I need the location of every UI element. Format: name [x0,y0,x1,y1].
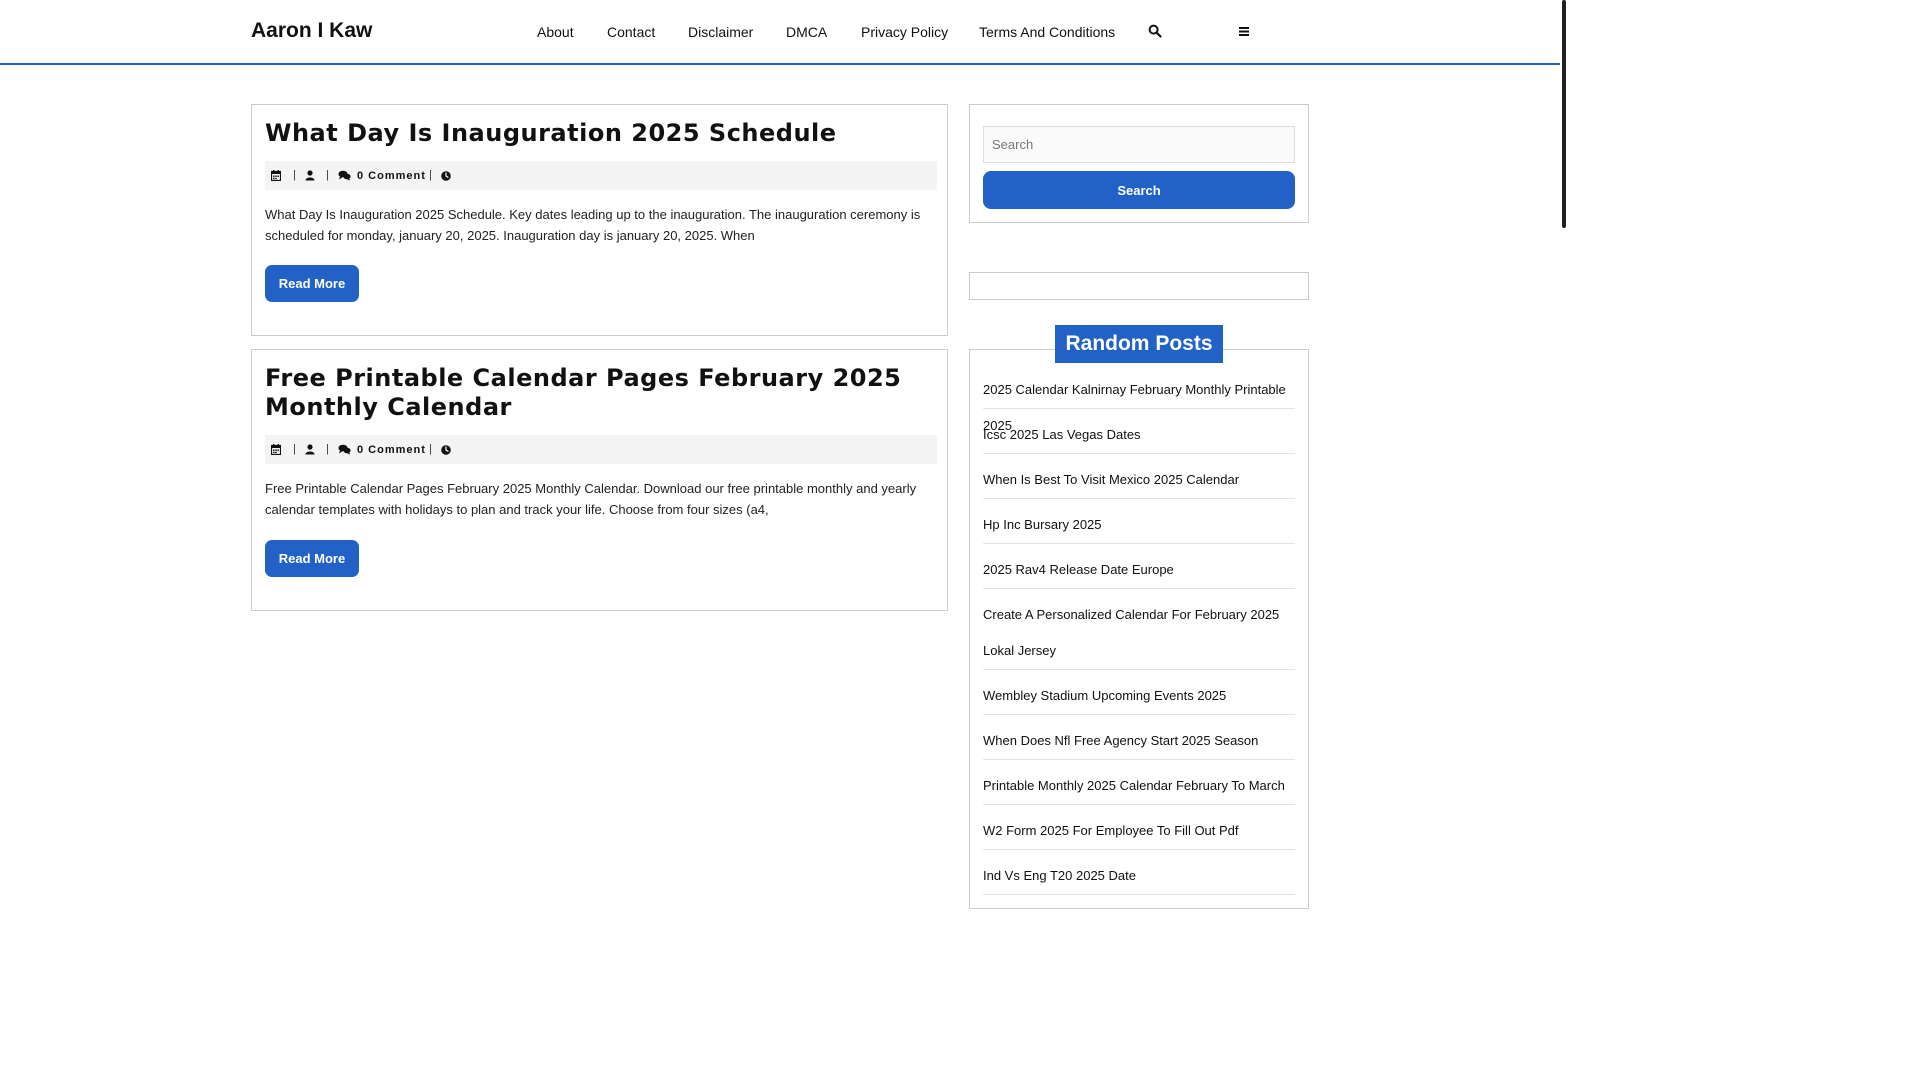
site-title[interactable]: Aaron I Kaw [251,19,372,43]
meta-separator: | [293,443,296,455]
random-post-link[interactable]: Hp Inc Bursary 2025 [983,507,1295,544]
search-button[interactable]: Search [983,171,1295,209]
scrollbar-thumb[interactable] [1562,0,1566,228]
clock-icon [441,169,451,182]
post-card: Free Printable Calendar Pages February 2… [251,349,948,611]
post-comment-count[interactable]: 0 Comment [357,443,426,456]
random-post-title[interactable]: Printable Monthly 2025 Calendar February… [983,768,1295,804]
clock-icon [441,443,451,456]
meta-separator: | [429,169,432,181]
read-more-button[interactable]: Read More [265,540,359,577]
menu-icon[interactable] [1238,24,1252,38]
random-post-link[interactable]: When Is Best To Visit Mexico 2025 Calend… [983,462,1295,499]
meta-separator: | [293,169,296,181]
comments-icon [338,169,351,182]
random-post-link[interactable]: Printable Monthly 2025 Calendar February… [983,768,1295,805]
post-meta: | | 0 Comment | [265,161,937,190]
nav-contact[interactable]: Contact [607,24,655,40]
random-post-link[interactable]: 2025 Calendar Kalnirnay February Monthly… [983,372,1295,433]
random-post-title[interactable]: Icsc 2025 Las Vegas Dates [983,417,1295,453]
random-post-title[interactable]: When Is Best To Visit Mexico 2025 Calend… [983,462,1295,498]
site-header: Aaron I Kaw About Contact Disclaimer DMC… [0,0,1560,65]
user-icon [305,169,315,182]
random-post-title[interactable]: Ind Vs Eng T20 2025 Date [983,858,1295,894]
random-post-link[interactable]: Wembley Stadium Upcoming Events 2025 [983,678,1295,715]
random-post-title[interactable]: Hp Inc Bursary 2025 [983,507,1295,543]
post-title[interactable]: Free Printable Calendar Pages February 2… [265,364,945,422]
random-post-link[interactable]: W2 Form 2025 For Employee To Fill Out Pd… [983,813,1295,850]
random-post-title[interactable]: Create A Personalized Calendar For Febru… [983,597,1295,669]
calendar-icon [271,169,281,182]
nav-dmca[interactable]: DMCA [786,24,827,40]
post-card: What Day Is Inauguration 2025 Schedule |… [251,104,948,336]
nav-about[interactable]: About [537,24,574,40]
nav-disclaimer[interactable]: Disclaimer [688,24,753,40]
random-post-title[interactable]: When Does Nfl Free Agency Start 2025 Sea… [983,723,1295,759]
random-post-title[interactable]: Wembley Stadium Upcoming Events 2025 [983,678,1295,714]
read-more-button[interactable]: Read More [265,265,359,302]
meta-separator: | [326,443,329,455]
calendar-icon [271,443,281,456]
random-post-link[interactable]: Ind Vs Eng T20 2025 Date [983,858,1295,895]
post-excerpt: Free Printable Calendar Pages February 2… [265,481,917,517]
meta-separator: | [326,169,329,181]
random-post-link[interactable]: When Does Nfl Free Agency Start 2025 Sea… [983,723,1295,760]
page-scrollbar[interactable] [1560,0,1568,882]
random-post-link[interactable]: Create A Personalized Calendar For Febru… [983,597,1295,670]
nav-terms-and-conditions[interactable]: Terms And Conditions [979,24,1115,40]
random-post-link[interactable]: Icsc 2025 Las Vegas Dates [983,417,1295,454]
post-excerpt: What Day Is Inauguration 2025 Schedule. … [265,207,921,243]
random-post-link[interactable]: 2025 Rav4 Release Date Europe [983,552,1295,589]
random-post-title[interactable]: 2025 Rav4 Release Date Europe [983,552,1295,588]
comments-icon [338,443,351,456]
random-post-title[interactable]: W2 Form 2025 For Employee To Fill Out Pd… [983,813,1295,849]
meta-separator: | [429,443,432,455]
user-icon [305,443,315,456]
post-title[interactable]: What Day Is Inauguration 2025 Schedule [265,119,945,148]
empty-widget [969,272,1309,300]
search-input[interactable] [983,126,1295,163]
random-posts-heading: Random Posts [1055,325,1223,363]
post-meta: | | 0 Comment | [265,435,937,464]
random-posts-widget: 2025 Calendar Kalnirnay February Monthly… [969,349,1309,909]
nav-privacy-policy[interactable]: Privacy Policy [861,24,948,40]
search-icon[interactable] [1148,24,1162,38]
post-comment-count[interactable]: 0 Comment [357,169,426,182]
search-widget: Search [969,104,1309,223]
